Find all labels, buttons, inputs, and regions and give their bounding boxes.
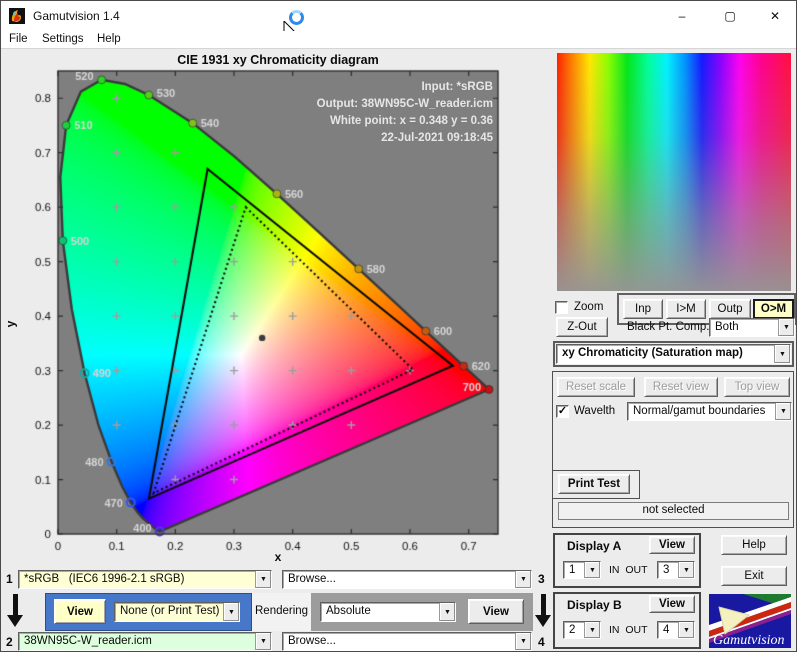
dropdown-arrow-icon[interactable]: ▼ [439, 603, 455, 621]
print-test-button[interactable]: Print Test [558, 474, 630, 494]
menu-settings[interactable]: Settings [42, 33, 84, 45]
display-b-in-select[interactable]: 2 ▼ [563, 621, 601, 639]
reset-view-button[interactable]: Reset view [644, 377, 718, 397]
minimize-button[interactable]: – [665, 1, 699, 31]
dropdown-arrow-icon[interactable]: ▼ [778, 319, 794, 336]
top-view-button[interactable]: Top view [724, 377, 790, 397]
slot-2-label: 2 [6, 635, 13, 649]
black-pt-comp-label: Black Pt. Comp. [627, 321, 710, 333]
x-axis-label: x [274, 550, 282, 564]
i-to-m-button[interactable]: I>M [666, 299, 706, 319]
gamutvision-logo: Gamutvision [709, 594, 791, 648]
view-output-button[interactable]: View [468, 599, 524, 624]
logo-text: Gamutvision [713, 633, 785, 648]
display-b-view-button[interactable]: View [649, 595, 695, 613]
dropdown-arrow-icon[interactable]: ▼ [584, 622, 600, 638]
reset-scale-button[interactable]: Reset scale [557, 377, 635, 397]
hue-saturation-preview[interactable] [557, 53, 791, 291]
flow-arrow-left-icon [7, 594, 24, 628]
boundaries-select[interactable]: Normal/gamut boundaries ▼ [627, 402, 792, 421]
dropdown-arrow-icon[interactable]: ▼ [515, 571, 531, 588]
input-profile-select[interactable]: *sRGB (IEC6 1996-2.1 sRGB) ▼ [18, 570, 272, 589]
zoom-checkbox[interactable] [555, 301, 568, 314]
view-input-button[interactable]: View [54, 599, 106, 624]
annotation-output: Output: 38WN95C-W_reader.icm [316, 98, 493, 110]
zoom-checkbox-label: Zoom [574, 301, 604, 313]
outp-button[interactable]: Outp [709, 299, 751, 319]
inp-button[interactable]: Inp [623, 299, 663, 319]
dropdown-arrow-icon[interactable]: ▼ [515, 633, 531, 650]
annotation-timestamp: 22-Jul-2021 09:18:45 [381, 132, 493, 144]
annotation-whitepoint: White point: x = 0.348 y = 0.36 [330, 115, 493, 127]
flow-arrow-right-icon [535, 594, 552, 628]
maximize-button[interactable]: ▢ [713, 1, 747, 31]
dropdown-arrow-icon[interactable]: ▼ [678, 622, 694, 638]
gamutvision-window: Gamutvision 1.4 – ▢ ✕ File Settings Help… [0, 0, 797, 652]
plot-annotations: Input: *sRGB Output: 38WN95C-W_reader.ic… [317, 79, 493, 147]
help-button[interactable]: Help [721, 535, 787, 555]
display-b-inout-label: IN OUT [609, 624, 648, 636]
rendering-intent-select[interactable]: Absolute ▼ [320, 602, 456, 622]
z-out-button[interactable]: Z-Out [556, 317, 608, 337]
view-mode-select[interactable]: xy Chromaticity (Saturation map) ▼ [556, 344, 791, 364]
dropdown-arrow-icon[interactable]: ▼ [774, 345, 790, 363]
dropdown-arrow-icon[interactable]: ▼ [255, 633, 271, 650]
slot-3-label: 3 [538, 572, 545, 586]
annotation-input: Input: *sRGB [421, 81, 493, 93]
rendering-label: Rendering [255, 605, 309, 617]
menu-bar: File Settings Help [1, 31, 796, 49]
window-title: Gamutvision 1.4 [33, 9, 120, 23]
status-bar: not selected [558, 502, 789, 520]
black-pt-comp-select[interactable]: Both ▼ [709, 318, 795, 337]
figure-area: CIE 1931 xy Chromaticity diagram Input: … [1, 49, 551, 566]
title-bar[interactable]: Gamutvision 1.4 – ▢ ✕ [1, 1, 796, 40]
display-a-out-select[interactable]: 3 ▼ [657, 561, 695, 579]
display-a-in-select[interactable]: 1 ▼ [563, 561, 601, 579]
slot-1-label: 1 [6, 572, 13, 586]
y-axis-label: y [3, 320, 18, 328]
output-profile-select[interactable]: 38WN95C-W_reader.icm ▼ [18, 632, 272, 651]
figure-title: CIE 1931 xy Chromaticity diagram [177, 53, 379, 67]
browse-bottom-select[interactable]: Browse... ▼ [282, 632, 532, 651]
app-icon [9, 8, 25, 24]
slot-4-label: 4 [538, 635, 545, 649]
dropdown-arrow-icon[interactable]: ▼ [678, 562, 694, 578]
display-b-title: Display B [567, 598, 622, 612]
menu-help[interactable]: Help [97, 33, 121, 45]
browse-top-select[interactable]: Browse... ▼ [282, 570, 532, 589]
dropdown-arrow-icon[interactable]: ▼ [223, 603, 239, 621]
display-a-inout-label: IN OUT [609, 564, 648, 576]
wavelth-checkbox-label: Wavelth [574, 405, 616, 417]
exit-button[interactable]: Exit [721, 566, 787, 586]
o-to-m-button[interactable]: O>M [753, 299, 794, 319]
pattern-select[interactable]: None (or Print Test) ▼ [114, 602, 240, 622]
display-a-title: Display A [567, 539, 622, 553]
close-button[interactable]: ✕ [758, 1, 792, 31]
dropdown-arrow-icon[interactable]: ▼ [775, 403, 791, 420]
menu-file[interactable]: File [9, 33, 28, 45]
display-a-view-button[interactable]: View [649, 536, 695, 554]
bottom-bar: 1 *sRGB (IEC6 1996-2.1 sRGB) ▼ Browse...… [1, 566, 552, 651]
wavelth-checkbox[interactable]: ✓ [556, 405, 569, 418]
display-b-out-select[interactable]: 4 ▼ [657, 621, 695, 639]
control-panel: Zoom Inp I>M Outp O>M Z-Out Black Pt. Co… [551, 49, 796, 651]
dropdown-arrow-icon[interactable]: ▼ [584, 562, 600, 578]
dropdown-arrow-icon[interactable]: ▼ [255, 571, 271, 588]
